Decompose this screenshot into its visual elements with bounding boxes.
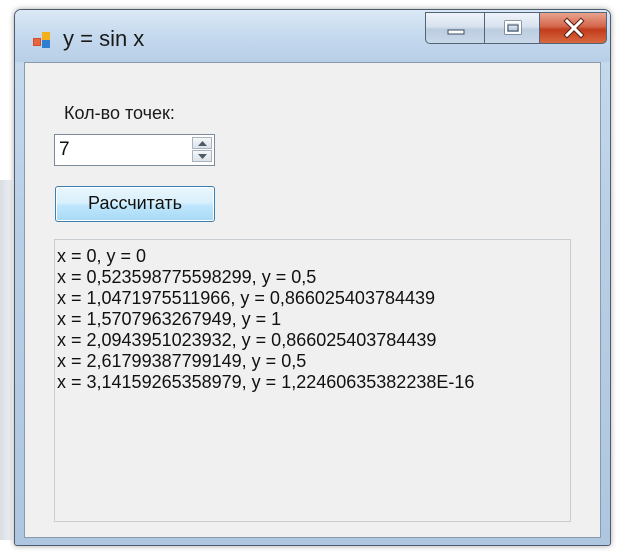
close-button[interactable]	[539, 12, 607, 44]
results-listbox[interactable]: x = 0, y = 0 x = 0,523598775598299, y = …	[54, 239, 571, 522]
chevron-up-icon	[198, 141, 207, 146]
minimize-icon	[447, 29, 465, 35]
stepper-buttons	[192, 137, 212, 163]
stepper-up-button[interactable]	[192, 137, 212, 149]
result-line: x = 0,523598775598299, y = 0,5	[57, 267, 317, 287]
close-icon	[563, 17, 585, 39]
calculate-button[interactable]: Рассчитать	[55, 186, 215, 222]
title-bar[interactable]: y = sin x	[15, 10, 610, 62]
points-count-value[interactable]: 7	[59, 139, 70, 161]
maximize-icon	[504, 20, 522, 35]
window-title: y = sin x	[63, 26, 145, 51]
app-window-icon	[33, 31, 51, 49]
result-line: x = 1,0471975511966, y = 0,8660254037844…	[57, 288, 436, 308]
stepper-down-button[interactable]	[192, 150, 212, 162]
result-line: x = 1,5707963267949, y = 1	[57, 309, 282, 329]
result-line: x = 2,61799387799149, y = 0,5	[57, 351, 307, 371]
background-decoration-bar	[0, 180, 12, 540]
result-line: x = 3,14159265358979, y = 1,224606353822…	[57, 372, 475, 392]
points-count-stepper[interactable]: 7	[54, 134, 215, 166]
points-count-label: Кол-во точек:	[64, 103, 175, 123]
app-window: y = sin x Кол-во точек: 7 Рассчитать x =…	[14, 9, 611, 546]
chevron-down-icon	[198, 154, 207, 159]
maximize-button[interactable]	[484, 12, 540, 44]
result-line: x = 0, y = 0	[57, 246, 147, 266]
form-client-area: Кол-во точек: 7 Рассчитать x = 0, y = 0	[24, 62, 601, 538]
result-line: x = 2,0943951023932, y = 0,8660254037844…	[57, 330, 437, 350]
minimize-button[interactable]	[425, 12, 485, 44]
